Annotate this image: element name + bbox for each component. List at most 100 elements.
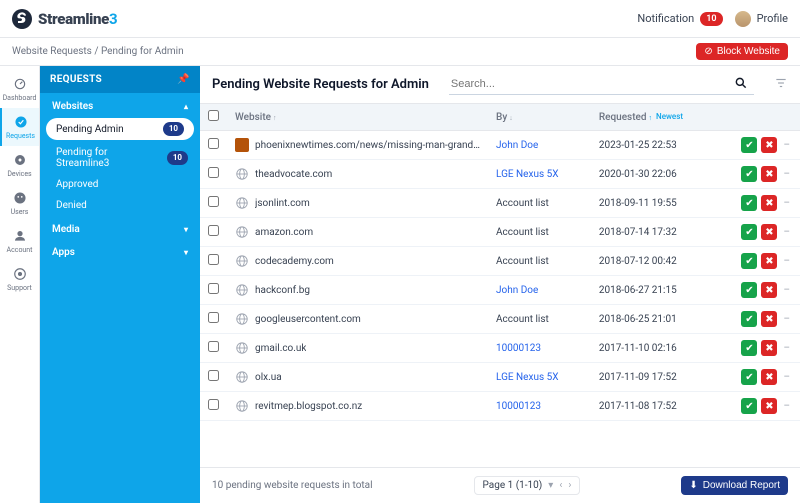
approve-button[interactable]: ✔ [741,311,757,327]
rail-item-account[interactable]: Account [0,222,40,260]
more-icon[interactable]: – [781,227,792,238]
requested-cell: 2018-06-27 21:15 [599,285,677,296]
approve-button[interactable]: ✔ [741,282,757,298]
users-icon [12,190,28,206]
page-next-icon[interactable]: › [568,480,571,491]
row-checkbox[interactable] [208,196,219,207]
globe-icon [235,370,249,384]
row-checkbox[interactable] [208,312,219,323]
requested-cell: 2018-07-14 17:32 [599,227,677,238]
approve-button[interactable]: ✔ [741,398,757,414]
deny-button[interactable]: ✖ [761,195,777,211]
approve-button[interactable]: ✔ [741,253,757,269]
row-checkbox[interactable] [208,167,219,178]
notification-button[interactable]: Notification 10 [637,12,722,26]
row-checkbox[interactable] [208,283,219,294]
col-website[interactable]: Website↑ [227,104,488,131]
breadcrumb: Website Requests / Pending for Admin [12,46,184,57]
approve-button[interactable]: ✔ [741,166,757,182]
filter-icon[interactable] [774,76,788,93]
row-checkbox[interactable] [208,225,219,236]
sidebar-section-apps[interactable]: Apps▾ [40,239,200,262]
page-prev-icon[interactable]: ‹ [559,480,562,491]
by-cell[interactable]: LGE Nexus 5X [496,372,559,383]
more-icon[interactable]: – [781,198,792,209]
search-wrap [449,74,754,95]
deny-button[interactable]: ✖ [761,166,777,182]
by-cell[interactable]: 10000123 [496,343,541,354]
more-icon[interactable]: – [781,314,792,325]
by-cell[interactable]: LGE Nexus 5X [496,169,559,180]
deny-button[interactable]: ✖ [761,224,777,240]
approve-button[interactable]: ✔ [741,340,757,356]
more-icon[interactable]: – [781,140,792,151]
more-icon[interactable]: – [781,169,792,180]
badge: 10 [167,151,188,165]
table-row: googleusercontent.comAccount list2018-06… [200,305,800,334]
col-by[interactable]: By↓ [488,104,591,131]
approve-button[interactable]: ✔ [741,195,757,211]
more-icon[interactable]: – [781,285,792,296]
website-cell: hackconf.bg [255,285,310,296]
deny-button[interactable]: ✖ [761,282,777,298]
approve-button[interactable]: ✔ [741,137,757,153]
globe-icon [235,254,249,268]
more-icon[interactable]: – [781,372,792,383]
more-icon[interactable]: – [781,401,792,412]
chevron-down-icon[interactable]: ▾ [548,480,553,491]
rail-item-users[interactable]: Users [0,184,40,222]
website-cell: revitmep.blogspot.co.nz [255,401,362,412]
sidebar-section-websites[interactable]: Websites▴ [40,93,200,116]
deny-button[interactable]: ✖ [761,340,777,356]
row-checkbox[interactable] [208,341,219,352]
rail-item-support[interactable]: Support [0,260,40,298]
breadcrumb-root[interactable]: Website Requests [12,46,92,57]
by-cell[interactable]: 10000123 [496,401,541,412]
sidebar-item-denied[interactable]: Denied [40,195,200,216]
rail-item-requests[interactable]: Requests [0,108,39,146]
globe-icon [235,399,249,413]
download-report-button[interactable]: ⬇ Download Report [681,476,788,495]
row-checkbox[interactable] [208,370,219,381]
rail-item-devices[interactable]: Devices [0,146,40,184]
search-icon[interactable] [734,76,748,93]
row-checkbox[interactable] [208,254,219,265]
table-row: codecademy.comAccount list2018-07-12 00:… [200,247,800,276]
table-row: hackconf.bg John Doe 2018-06-27 21:15 ✔✖– [200,276,800,305]
deny-button[interactable]: ✖ [761,137,777,153]
website-cell: jsonlint.com [255,198,310,209]
sidebar-item-approved[interactable]: Approved [40,174,200,195]
deny-button[interactable]: ✖ [761,398,777,414]
row-checkbox[interactable] [208,138,219,149]
by-cell: Account list [496,256,549,267]
pin-icon[interactable]: 📌 [177,74,190,85]
globe-icon [235,167,249,181]
profile-button[interactable]: Profile [735,11,788,27]
more-icon[interactable]: – [781,256,792,267]
download-icon: ⬇ [689,480,697,491]
sidebar-item-pending-admin[interactable]: Pending Admin10 [46,118,194,140]
col-requested[interactable]: Requested↑Newest [591,104,710,131]
approve-button[interactable]: ✔ [741,369,757,385]
deny-button[interactable]: ✖ [761,369,777,385]
website-cell: amazon.com [255,227,313,238]
globe-icon [235,225,249,239]
pager[interactable]: Page 1 (1-10) ▾ ‹ › [474,476,581,495]
by-cell[interactable]: John Doe [496,285,538,296]
sidebar-item-pending-for-streamline3[interactable]: Pending for Streamline310 [40,142,200,174]
deny-button[interactable]: ✖ [761,253,777,269]
select-all-checkbox[interactable] [208,110,219,121]
deny-button[interactable]: ✖ [761,311,777,327]
dashboard-icon [12,76,28,92]
chevron-up-icon: ▴ [184,102,188,111]
table-row: gmail.co.uk100001232017-11-10 02:16✔✖– [200,334,800,363]
approve-button[interactable]: ✔ [741,224,757,240]
row-checkbox[interactable] [208,399,219,410]
rail-item-dashboard[interactable]: Dashboard [0,70,40,108]
sidebar-section-media[interactable]: Media▾ [40,216,200,239]
brand-name: Streamline3 [38,10,117,28]
by-cell[interactable]: John Doe [496,140,538,151]
search-input[interactable] [449,74,754,95]
block-website-button[interactable]: ⊘ Block Website [696,43,788,60]
more-icon[interactable]: – [781,343,792,354]
